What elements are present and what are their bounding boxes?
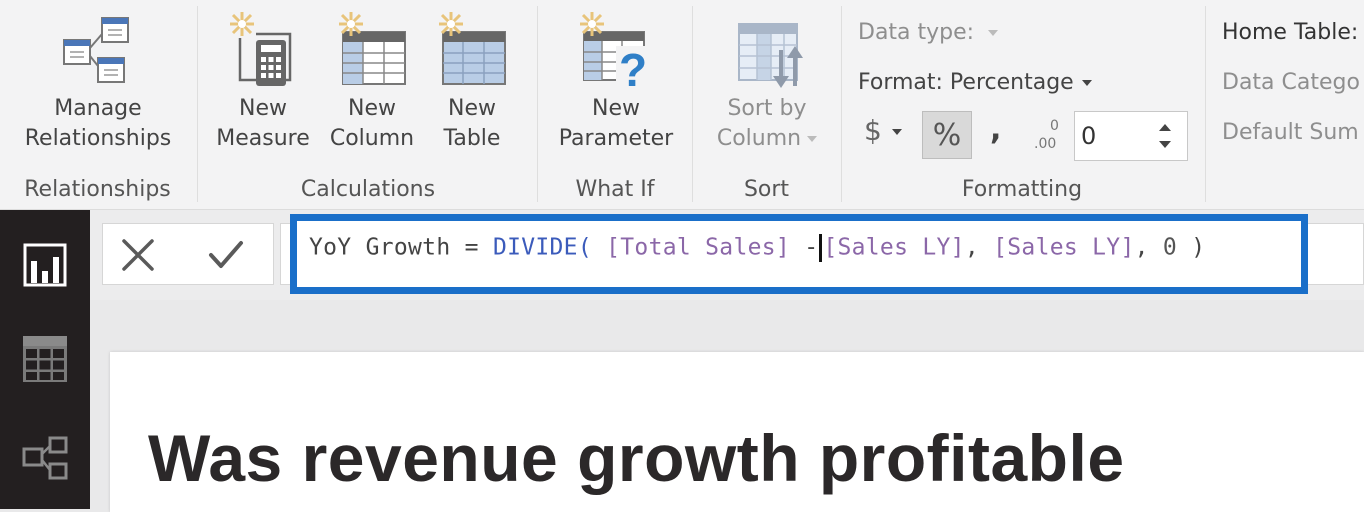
group-label-sort: Sort <box>743 177 790 202</box>
data-type-label: Data type: <box>858 20 975 45</box>
comma-separator: , <box>1134 234 1163 261</box>
close-paren: ) <box>1177 234 1206 261</box>
button-label-line2: Column <box>329 126 415 151</box>
data-type-dropdown[interactable]: Data type: <box>858 20 999 45</box>
currency-icon: $ <box>864 114 882 147</box>
button-label-line1: New <box>448 96 496 121</box>
properties-group: Home Table: Data Catego Default Sum <box>1206 0 1364 210</box>
minus-operator: - <box>790 234 819 261</box>
function-token: DIVIDE( <box>492 234 592 261</box>
formula-text[interactable]: YoY Growth = DIVIDE( [Total Sales] - [Sal… <box>309 234 1205 262</box>
decimal-places-button[interactable]: 0 .00 <box>1032 116 1068 152</box>
calculations-group: New Measure New Column New Table Calcula… <box>198 0 538 210</box>
chevron-down-icon <box>807 136 818 142</box>
svg-text:.00: .00 <box>1034 136 1056 152</box>
group-label-whatif: What If <box>575 177 655 202</box>
decimal-places-spinner[interactable]: 0 <box>1074 111 1188 161</box>
new-parameter-icon: ? <box>580 12 650 90</box>
new-measure-icon <box>230 12 292 86</box>
button-label-line2: Parameter <box>558 126 674 151</box>
currency-format-button[interactable]: $ <box>864 114 902 147</box>
button-label-line2: Relationships <box>24 126 172 151</box>
sort-by-column-button[interactable]: Sort by Column <box>701 10 833 154</box>
table-grid-icon <box>23 336 67 382</box>
svg-text:0: 0 <box>1050 118 1059 134</box>
measure-name: YoY Growth <box>309 234 451 261</box>
text-cursor <box>819 234 823 262</box>
data-category-dropdown[interactable]: Data Catego <box>1222 70 1360 95</box>
commit-formula-button[interactable] <box>203 232 249 278</box>
sort-group: Sort by Column Sort <box>693 0 840 210</box>
spinner-up-icon[interactable] <box>1159 124 1171 131</box>
button-label-line2: Column <box>701 124 833 154</box>
button-label-line1: New <box>592 96 640 121</box>
manage-relationships-button[interactable]: Manage Relationships <box>8 10 188 154</box>
chevron-down-icon <box>891 129 902 135</box>
formula-commit-controls <box>102 223 274 285</box>
new-table-icon <box>439 12 506 85</box>
formula-input[interactable]: YoY Growth = DIVIDE( [Total Sales] - [Sal… <box>290 214 1308 294</box>
comma-style-button[interactable]: , <box>990 112 1001 147</box>
left-navigation <box>0 210 90 509</box>
chevron-down-icon <box>1081 80 1092 86</box>
home-table-label: Home Table: <box>1222 20 1359 45</box>
measure-ref-total-sales: [Total Sales] <box>606 234 791 261</box>
data-category-label: Data Catego <box>1222 70 1360 95</box>
report-icon <box>23 243 67 287</box>
button-label-line1: Sort by <box>727 96 807 121</box>
nav-report-view[interactable] <box>0 230 90 300</box>
home-table-dropdown[interactable]: Home Table: <box>1222 20 1358 45</box>
close-icon <box>122 239 154 271</box>
format-label: Format: Percentage <box>858 70 1074 95</box>
group-label-calculations: Calculations <box>300 177 436 202</box>
group-label-relationships: Relationships <box>24 177 171 202</box>
spinner-down-icon[interactable] <box>1159 141 1171 148</box>
button-label-line1: Manage <box>54 96 142 121</box>
report-canvas: Was revenue growth profitable <box>90 300 1364 512</box>
whatif-group: ? New Parameter What If <box>538 0 692 210</box>
formula-bar: YoY Growth = DIVIDE( [Total Sales] - [Sal… <box>90 210 1364 300</box>
sort-by-column-icon <box>738 23 803 88</box>
checkmark-icon <box>209 241 243 268</box>
formatting-group: Data type: Format: Percentage $ % , 0 .0… <box>842 0 1202 210</box>
button-label-line1: New <box>239 96 287 121</box>
default-summarization-dropdown[interactable]: Default Sum <box>1222 120 1359 145</box>
button-label-line1: New <box>348 96 396 121</box>
svg-text:?: ? <box>619 44 647 90</box>
equals-sign: = <box>450 234 493 261</box>
report-title[interactable]: Was revenue growth profitable <box>148 420 1125 496</box>
new-column-button[interactable]: New Column <box>320 10 424 154</box>
comma-separator: , <box>964 234 994 261</box>
numeric-literal: 0 <box>1162 234 1178 261</box>
relationships-group: Manage Relationships Relationships <box>0 0 195 210</box>
group-label-formatting: Formatting <box>961 177 1083 202</box>
report-page[interactable]: Was revenue growth profitable <box>110 352 1364 512</box>
percent-format-button[interactable]: % <box>922 111 972 159</box>
decimal-places-icon: 0 .00 <box>1034 118 1059 152</box>
default-summarization-label: Default Sum <box>1222 120 1359 145</box>
chevron-down-icon <box>988 30 999 36</box>
measure-ref-sales-ly: [Sales LY] <box>993 234 1135 261</box>
decimal-places-value: 0 <box>1081 122 1097 150</box>
new-measure-button[interactable]: New Measure <box>208 10 318 154</box>
nav-model-view[interactable] <box>0 424 90 494</box>
new-parameter-button[interactable]: ? New Parameter <box>546 10 686 154</box>
cancel-formula-button[interactable] <box>115 232 161 278</box>
relationships-icon <box>22 436 68 480</box>
measure-ref-sales-ly: [Sales LY] <box>823 234 965 261</box>
nav-data-view[interactable] <box>0 324 90 394</box>
new-table-button[interactable]: New Table <box>430 10 514 154</box>
ribbon: Manage Relationships Relationships New M… <box>0 0 1364 210</box>
comma-icon: , <box>990 112 1002 147</box>
button-label-line2: Measure <box>216 126 310 151</box>
new-column-icon <box>339 12 406 85</box>
manage-relationships-icon <box>63 17 129 83</box>
format-dropdown[interactable]: Format: Percentage <box>858 70 1092 95</box>
button-label-line2: Table <box>443 126 501 151</box>
percent-icon: % <box>932 117 962 153</box>
